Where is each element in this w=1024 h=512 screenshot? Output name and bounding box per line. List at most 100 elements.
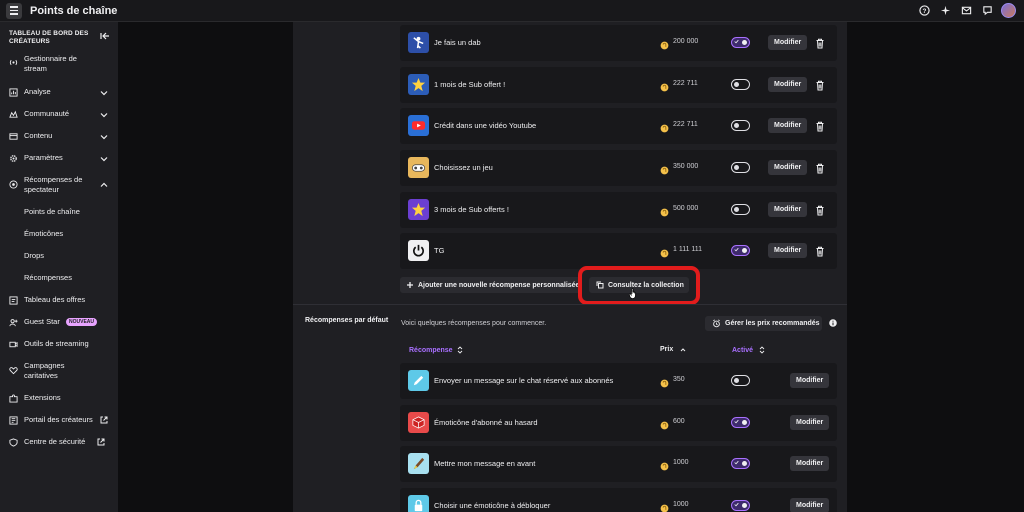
- sidebar-item-settings[interactable]: Paramètres: [0, 153, 118, 165]
- reward-cost: 1000: [673, 501, 689, 508]
- sidebar-item-content[interactable]: Contenu: [0, 131, 118, 143]
- alarm-icon: [713, 319, 720, 328]
- chat-icon[interactable]: [980, 4, 994, 18]
- hand-cursor-icon: [629, 288, 636, 299]
- sidebar-item-community[interactable]: Communauté: [0, 109, 118, 121]
- sidebar-item-guest-star[interactable]: Guest Star NOUVEAU: [0, 317, 118, 329]
- inbox-icon[interactable]: [959, 4, 973, 18]
- sidebar-item-label: Extensions: [24, 393, 61, 402]
- reward-enabled-toggle[interactable]: [731, 120, 750, 131]
- sidebar-subitem-rewards[interactable]: Récompenses: [24, 273, 72, 283]
- sidebar-item-extensions[interactable]: Extensions: [0, 393, 118, 405]
- trash-icon[interactable]: [815, 119, 825, 132]
- reward-card: 1 mois de Sub offert ! 222 711 Modifier: [400, 67, 837, 103]
- reward-card: Choisissez un jeu 350 000 Modifier: [400, 150, 837, 186]
- channel-points-icon: [660, 458, 669, 471]
- sidebar-heading: TABLEAU DE BORD DES CRÉATEURS: [9, 30, 89, 45]
- add-custom-reward-button[interactable]: Ajouter une nouvelle récompense personna…: [400, 277, 582, 293]
- reward-card: Crédit dans une vidéo Youtube 222 711 Modi…: [400, 108, 837, 144]
- reward-enabled-toggle[interactable]: [731, 500, 750, 511]
- reward-enabled-toggle[interactable]: [731, 204, 750, 215]
- modify-button[interactable]: Modifier: [768, 35, 808, 50]
- reward-enabled-toggle[interactable]: [731, 458, 750, 469]
- community-icon: [9, 110, 18, 118]
- avatar[interactable]: [1001, 3, 1016, 18]
- sidebar-item-creator-portal[interactable]: Portail des créateurs: [0, 415, 118, 427]
- cube-icon: [408, 412, 429, 433]
- reward-enabled-toggle[interactable]: [731, 375, 750, 386]
- channel-points-icon: [660, 79, 669, 92]
- sidebar-item-viewer-rewards[interactable]: Récompenses de spectateur: [0, 175, 118, 197]
- manage-recommended-prices-button[interactable]: Gérer les prix recommandés: [705, 316, 822, 331]
- column-header-active[interactable]: Activé: [732, 346, 765, 354]
- trash-icon[interactable]: [815, 203, 825, 216]
- external-link-icon: [97, 438, 105, 446]
- reward-enabled-toggle[interactable]: [731, 417, 750, 428]
- column-reward-label: Récompense: [409, 346, 453, 354]
- sort-icon: [759, 346, 765, 354]
- reward-enabled-toggle[interactable]: [731, 245, 750, 256]
- channel-points-icon: [660, 375, 669, 388]
- external-link-icon: [100, 416, 108, 424]
- section-divider: [293, 304, 847, 305]
- reward-cost: 1000: [673, 459, 689, 466]
- collapse-sidebar-icon[interactable]: [100, 31, 110, 41]
- plus-icon: [407, 282, 413, 288]
- dab-icon: [408, 32, 429, 53]
- page-title: Points de chaîne: [30, 4, 118, 17]
- channel-points-icon: [660, 162, 669, 175]
- star-icon: [408, 74, 429, 95]
- reward-title: Choisir une émoticône à débloquer: [434, 501, 551, 510]
- info-icon[interactable]: [829, 319, 837, 327]
- sidebar-item-label: Portail des créateurs: [24, 415, 93, 424]
- sidebar-item-offers[interactable]: Tableau des offres: [0, 295, 118, 307]
- modify-button[interactable]: Modifier: [790, 415, 830, 430]
- reward-cost: 600: [673, 418, 685, 425]
- modify-button[interactable]: Modifier: [768, 77, 808, 92]
- sidebar-subitem-drops[interactable]: Drops: [24, 251, 44, 261]
- modify-button[interactable]: Modifier: [768, 160, 808, 175]
- chevron-down-icon: [100, 135, 108, 140]
- modify-button[interactable]: Modifier: [768, 202, 808, 217]
- trash-icon[interactable]: [815, 78, 825, 91]
- channel-points-icon: [660, 204, 669, 217]
- modify-button[interactable]: Modifier: [790, 498, 830, 512]
- new-badge: NOUVEAU: [66, 318, 98, 326]
- svg-text:?: ?: [922, 8, 926, 15]
- reward-cost: 222 711: [673, 80, 698, 87]
- modify-button[interactable]: Modifier: [790, 456, 830, 471]
- sidebar-item-label: Centre de sécurité: [24, 437, 86, 446]
- chevron-down-icon: [100, 157, 108, 162]
- sort-asc-icon: [680, 347, 686, 351]
- trash-icon[interactable]: [815, 161, 825, 174]
- reward-enabled-toggle[interactable]: [731, 79, 750, 90]
- chevron-down-icon: [100, 113, 108, 118]
- channel-points-icon: [660, 245, 669, 258]
- sidebar-item-label: Tableau des offres: [24, 295, 86, 304]
- sidebar-item-safety-center[interactable]: Centre de sécurité: [0, 437, 118, 449]
- modify-button[interactable]: Modifier: [768, 243, 808, 258]
- sidebar-subitem-emotes[interactable]: Émoticônes: [24, 229, 63, 239]
- help-icon[interactable]: ?: [917, 4, 931, 18]
- trash-icon[interactable]: [815, 36, 825, 49]
- sidebar-subitem-channel-points[interactable]: Points de chaîne: [24, 207, 80, 217]
- trash-icon[interactable]: [815, 244, 825, 257]
- modify-button[interactable]: Modifier: [768, 118, 808, 133]
- add-custom-reward-label: Ajouter une nouvelle récompense personna…: [418, 281, 580, 289]
- reward-icon: [9, 180, 18, 189]
- sidebar-item-label: Contenu: [24, 131, 53, 140]
- sidebar-item-analytics[interactable]: Analyse: [0, 87, 118, 99]
- reward-enabled-toggle[interactable]: [731, 162, 750, 173]
- sidebar: TABLEAU DE BORD DES CRÉATEURS Gestionnai…: [0, 22, 118, 512]
- modify-button[interactable]: Modifier: [790, 373, 830, 388]
- sidebar-item-stream-manager[interactable]: Gestionnaire de stream: [0, 54, 118, 76]
- sidebar-item-charity[interactable]: Campagnes caritatives: [0, 361, 118, 383]
- reward-enabled-toggle[interactable]: [731, 37, 750, 48]
- sparkle-icon[interactable]: [938, 4, 952, 18]
- puzzle-icon: [9, 394, 18, 403]
- menu-button[interactable]: [6, 2, 22, 19]
- column-header-price[interactable]: Prix: [660, 346, 686, 353]
- reward-title: Choisissez un jeu: [434, 163, 493, 172]
- column-header-reward[interactable]: Récompense: [409, 346, 463, 354]
- sidebar-item-streaming-tools[interactable]: Outils de streaming: [0, 339, 118, 351]
